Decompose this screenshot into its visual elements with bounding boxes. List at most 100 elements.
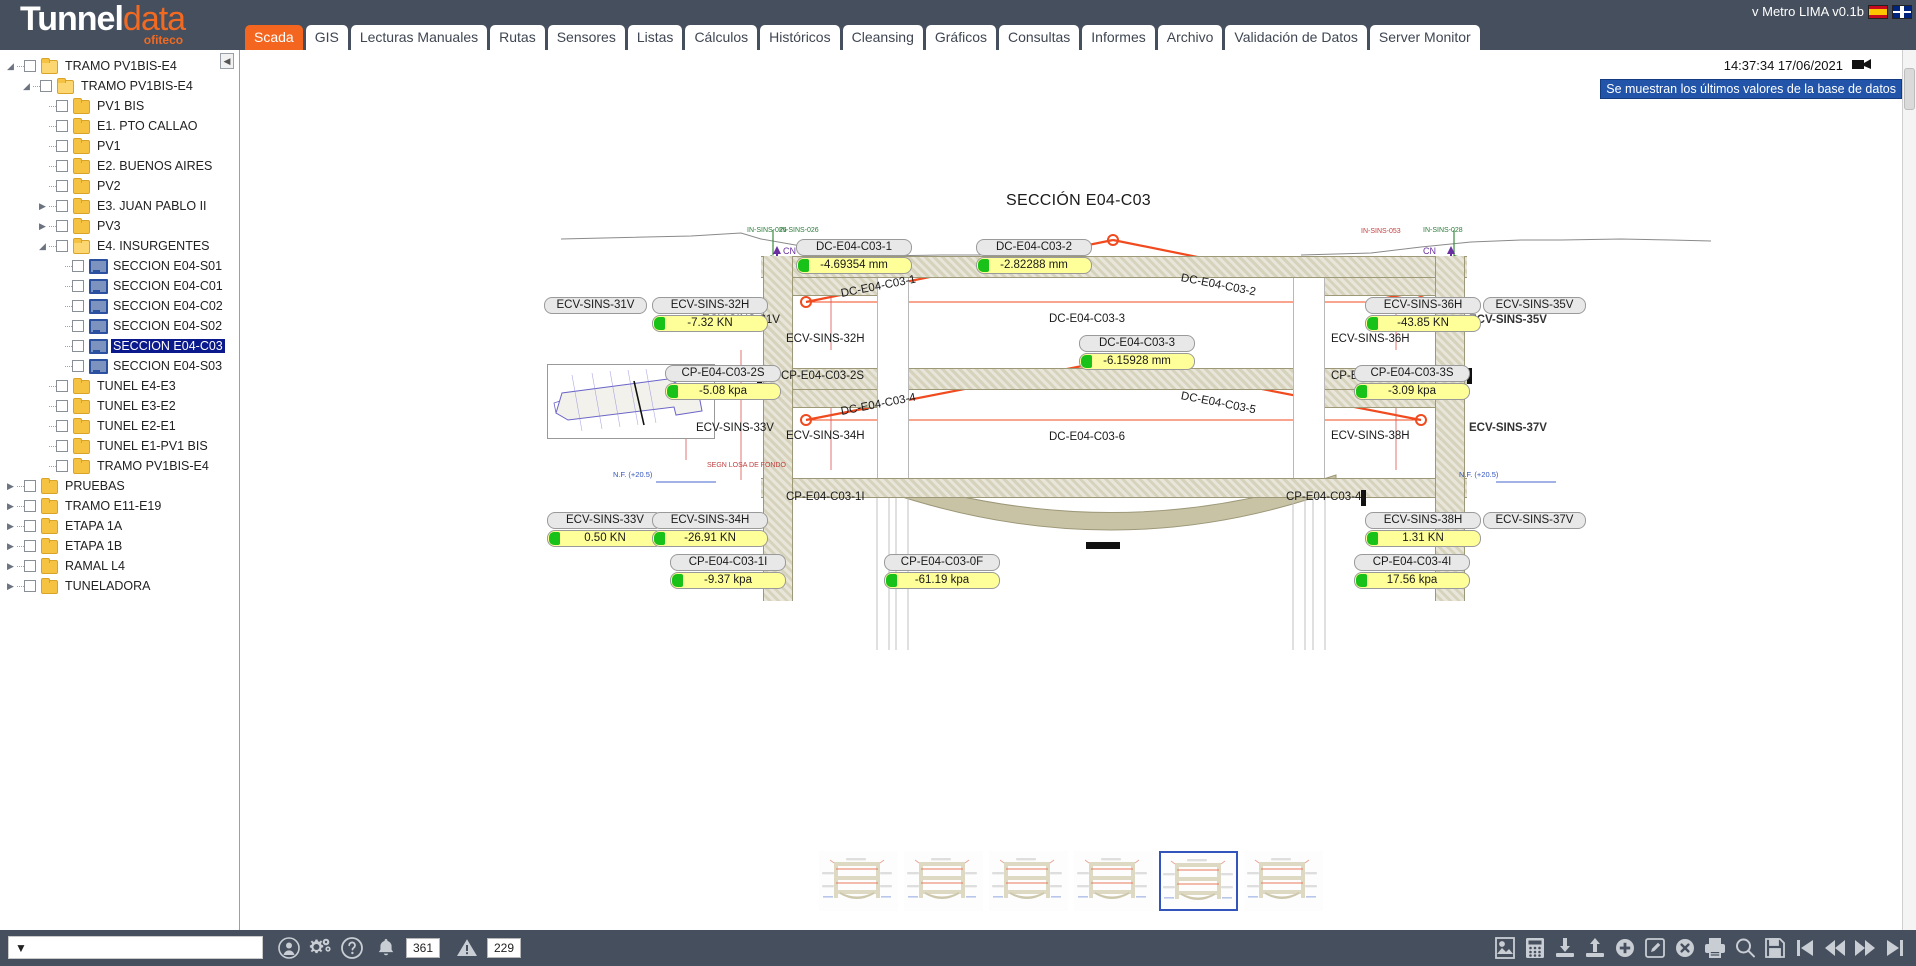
search-icon[interactable] [1732, 935, 1758, 961]
sensor-pill-ecv-sins-35v[interactable]: ECV-SINS-35V [1483, 297, 1586, 314]
tree-node-checkbox[interactable] [24, 480, 36, 492]
tree-node[interactable]: ▶ ETAPA 1B [0, 536, 239, 556]
upload-icon[interactable] [1582, 935, 1608, 961]
tab-rutas[interactable]: Rutas [490, 25, 545, 50]
tree-node[interactable]: SECCION E04-C02 [0, 296, 239, 316]
tab-archivo[interactable]: Archivo [1157, 25, 1223, 50]
warning-icon[interactable] [455, 936, 479, 960]
sensor-box-cp-e04-c03-3s[interactable]: CP-E04-C03-3S -3.09 kpa [1354, 365, 1470, 400]
tab-gis[interactable]: GIS [305, 25, 348, 50]
tree-node[interactable]: TUNEL E2-E1 [0, 416, 239, 436]
tab-listas[interactable]: Listas [627, 25, 683, 50]
prev-icon[interactable] [1822, 935, 1848, 961]
tree-node[interactable]: ◢ E4. INSURGENTES [0, 236, 239, 256]
sensor-box-ecv-sins-36h[interactable]: ECV-SINS-36H -43.85 KN [1365, 297, 1481, 332]
tree-collapse-icon[interactable]: ▶ [4, 561, 17, 572]
filter-input[interactable] [31, 938, 262, 957]
save-icon[interactable] [1762, 935, 1788, 961]
tab-cleansing[interactable]: Cleansing [842, 25, 923, 50]
calculator-icon[interactable] [1522, 935, 1548, 961]
add-icon[interactable] [1612, 935, 1638, 961]
camera-icon[interactable] [1852, 57, 1872, 71]
sensor-box-ecv-sins-34h[interactable]: ECV-SINS-34H -26.91 KN [652, 512, 768, 547]
canvas-scrollbar[interactable] [1902, 50, 1916, 930]
help-icon[interactable] [340, 936, 364, 960]
tree-node-checkbox[interactable] [72, 320, 84, 332]
sensor-box-cp-e04-c03-0f[interactable]: CP-E04-C03-0F -61.19 kpa [884, 554, 1000, 589]
bell-icon[interactable] [374, 936, 398, 960]
download-icon[interactable] [1552, 935, 1578, 961]
sensor-box-ecv-sins-32h[interactable]: ECV-SINS-32H -7.32 KN [652, 297, 768, 332]
tree-node[interactable]: TUNEL E3-E2 [0, 396, 239, 416]
warning-count-badge[interactable]: 229 [487, 938, 521, 958]
tree-node-checkbox[interactable] [56, 400, 68, 412]
tree-node-checkbox[interactable] [56, 460, 68, 472]
tree-node[interactable]: ▶ TUNELADORA [0, 576, 239, 596]
tree-node-checkbox[interactable] [56, 140, 68, 152]
tree-node[interactable]: SECCION E04-S02 [0, 316, 239, 336]
tree-node-checkbox[interactable] [24, 520, 36, 532]
tree-node-checkbox[interactable] [72, 260, 84, 272]
section-thumbnail[interactable] [989, 851, 1068, 911]
tree-node[interactable]: ▶ RAMAL L4 [0, 556, 239, 576]
tree-node[interactable]: SECCION E04-C03 [0, 336, 239, 356]
tree-node[interactable]: ◢ TRAMO PV1BIS-E4 [0, 76, 239, 96]
tree-node-checkbox[interactable] [40, 80, 52, 92]
tree-node-checkbox[interactable] [24, 60, 36, 72]
sensor-box-cp-e04-c03-2s[interactable]: CP-E04-C03-2S -5.08 kpa [665, 365, 781, 400]
tree-collapse-icon[interactable]: ▶ [4, 541, 17, 552]
sensor-box-ecv-sins-38h[interactable]: ECV-SINS-38H 1.31 KN [1365, 512, 1481, 547]
section-thumbnail[interactable] [1244, 851, 1323, 911]
next-icon[interactable] [1852, 935, 1878, 961]
tree-expand-icon[interactable]: ◢ [20, 81, 33, 92]
edit-icon[interactable] [1642, 935, 1668, 961]
tree-node[interactable]: PV2 [0, 176, 239, 196]
gears-icon[interactable] [308, 936, 332, 960]
tree-collapse-icon[interactable]: ▶ [4, 481, 17, 492]
tree-node-checkbox[interactable] [72, 280, 84, 292]
tab-scada[interactable]: Scada [245, 25, 303, 50]
tab-sensores[interactable]: Sensores [547, 25, 625, 50]
section-thumbnail[interactable] [819, 851, 898, 911]
tree-node-checkbox[interactable] [56, 100, 68, 112]
tree-node[interactable]: SECCION E04-C01 [0, 276, 239, 296]
section-thumbnail[interactable] [1074, 851, 1153, 911]
user-icon[interactable] [277, 936, 301, 960]
tree-node[interactable]: PV1 BIS [0, 96, 239, 116]
sensor-pill-ecv-sins-31v[interactable]: ECV-SINS-31V [544, 297, 647, 314]
tab-validaci-n-de-datos[interactable]: Validación de Datos [1225, 25, 1367, 50]
alarm-count-badge[interactable]: 361 [406, 938, 440, 958]
first-icon[interactable] [1792, 935, 1818, 961]
section-thumbnail[interactable] [904, 851, 983, 911]
delete-icon[interactable] [1672, 935, 1698, 961]
collapse-sidebar-button[interactable]: ◀ [220, 53, 234, 69]
tree-node[interactable]: ▶ E3. JUAN PABLO II [0, 196, 239, 216]
tree-node-checkbox[interactable] [56, 180, 68, 192]
tree-node-checkbox[interactable] [72, 300, 84, 312]
tree-node-checkbox[interactable] [24, 560, 36, 572]
sensor-pill-ecv-sins-37v[interactable]: ECV-SINS-37V [1483, 512, 1586, 529]
tab-gr-ficos[interactable]: Gráficos [925, 25, 996, 50]
tree-node[interactable]: ▶ PV3 [0, 216, 239, 236]
tree-node-checkbox[interactable] [56, 440, 68, 452]
print-icon[interactable] [1702, 935, 1728, 961]
tree-collapse-icon[interactable]: ▶ [36, 201, 49, 212]
tree-node-checkbox[interactable] [72, 360, 84, 372]
tree-node-checkbox[interactable] [56, 120, 68, 132]
tree-node[interactable]: PV1 [0, 136, 239, 156]
tree-node[interactable]: TUNEL E1-PV1 BIS [0, 436, 239, 456]
tree-node[interactable]: ◢ TRAMO PV1BIS-E4 [0, 56, 239, 76]
tree-expand-icon[interactable]: ◢ [4, 61, 17, 72]
tree-collapse-icon[interactable]: ▶ [4, 521, 17, 532]
sensor-box-cp-e04-c03-1i[interactable]: CP-E04-C03-1I -9.37 kpa [670, 554, 786, 589]
filter-field-wrapper[interactable]: ▼ [8, 936, 263, 959]
tab-hist-ricos[interactable]: Históricos [760, 25, 840, 50]
tree-node[interactable]: SECCION E04-S03 [0, 356, 239, 376]
tree-node-checkbox[interactable] [24, 580, 36, 592]
tree-node-checkbox[interactable] [56, 160, 68, 172]
tree-collapse-icon[interactable]: ▶ [4, 581, 17, 592]
tree-node[interactable]: E2. BUENOS AIRES [0, 156, 239, 176]
last-icon[interactable] [1882, 935, 1908, 961]
tree-node[interactable]: E1. PTO CALLAO [0, 116, 239, 136]
tree-node[interactable]: ▶ TRAMO E11-E19 [0, 496, 239, 516]
